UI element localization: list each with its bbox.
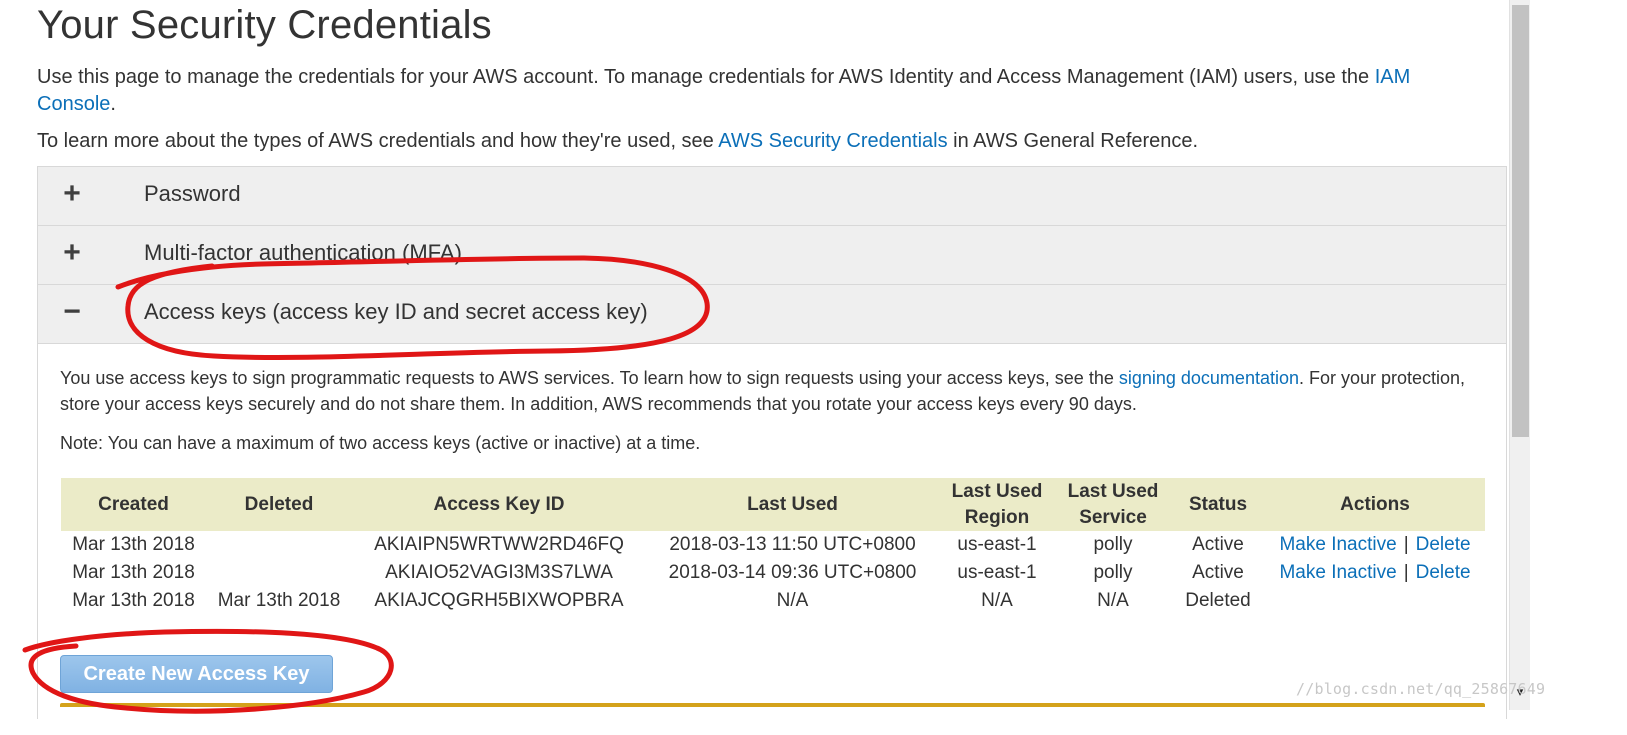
make-inactive-link[interactable]: Make Inactive	[1279, 562, 1396, 583]
access-keys-section-header[interactable]: − Access keys (access key ID and secret …	[38, 284, 1506, 343]
last-used-column-header: Last Used	[646, 478, 939, 531]
reference-text: To learn more about the types of AWS cre…	[37, 130, 719, 152]
mfa-section-header[interactable]: + Multi-factor authentication (MFA)	[38, 225, 1506, 284]
deleted-cell	[206, 559, 352, 587]
action-separator: |	[1403, 562, 1409, 583]
intro-period: .	[110, 93, 116, 115]
delete-link[interactable]: Delete	[1416, 534, 1471, 555]
actions-cell: Make Inactive | Delete	[1265, 531, 1485, 559]
description-text: You use access keys to sign programmatic…	[60, 368, 1119, 388]
password-section-title: Password	[144, 181, 241, 206]
access-key-id-column-header: Access Key ID	[352, 478, 646, 531]
credentials-reference: To learn more about the types of AWS cre…	[37, 128, 1487, 155]
table-row: Mar 13th 2018 Mar 13th 2018 AKIAJCQGRH5B…	[61, 587, 1485, 615]
mfa-section-title: Multi-factor authentication (MFA)	[144, 240, 462, 265]
plus-icon: +	[63, 177, 81, 210]
table-header-row: Created Deleted Access Key ID Last Used …	[61, 478, 1485, 531]
action-separator: |	[1403, 534, 1409, 555]
last-used-service-column-header: Last Used Service	[1055, 478, 1171, 531]
created-cell: Mar 13th 2018	[72, 534, 195, 555]
deleted-cell: Mar 13th 2018	[217, 590, 341, 611]
create-new-access-key-button[interactable]: Create New Access Key	[60, 655, 333, 693]
last-used-region-cell: N/A	[981, 590, 1013, 611]
access-key-id-cell: AKIAIPN5WRTWW2RD46FQ	[374, 534, 624, 555]
plus-icon: +	[63, 236, 81, 269]
created-cell: Mar 13th 2018	[72, 562, 195, 583]
access-keys-section-body: You use access keys to sign programmatic…	[38, 343, 1506, 719]
watermark-text: //blog.csdn.net/qq_25867649	[1296, 680, 1546, 698]
last-used-region-cell: us-east-1	[957, 562, 1037, 583]
last-used-service-cell: N/A	[1097, 590, 1129, 611]
created-column-header: Created	[61, 478, 206, 531]
status-cell: Deleted	[1185, 590, 1251, 611]
page-title: Your Security Credentials	[37, 3, 492, 47]
access-keys-table: Created Deleted Access Key ID Last Used …	[61, 478, 1485, 615]
actions-cell: Make Inactive | Delete	[1265, 559, 1485, 587]
vertical-scrollbar[interactable]	[1509, 0, 1530, 710]
last-used-region-cell: us-east-1	[957, 534, 1037, 555]
access-keys-table-body: Mar 13th 2018 AKIAIPN5WRTWW2RD46FQ 2018-…	[61, 531, 1485, 615]
access-keys-table-header: Created Deleted Access Key ID Last Used …	[61, 478, 1485, 531]
deleted-column-header: Deleted	[206, 478, 352, 531]
status-column-header: Status	[1171, 478, 1265, 531]
last-used-service-cell: polly	[1093, 534, 1133, 555]
access-key-id-cell: AKIAJCQGRH5BIXWOPBRA	[374, 590, 624, 611]
minus-icon: −	[63, 295, 81, 328]
intro-text: Use this page to manage the credentials …	[37, 66, 1375, 88]
last-used-service-cell: polly	[1093, 562, 1133, 583]
created-cell: Mar 13th 2018	[72, 590, 195, 611]
aws-security-credentials-link[interactable]: AWS Security Credentials	[718, 130, 947, 152]
password-section-header[interactable]: + Password	[38, 166, 1506, 225]
scrollbar-thumb[interactable]	[1512, 5, 1529, 437]
make-inactive-link[interactable]: Make Inactive	[1279, 534, 1396, 555]
table-row: Mar 13th 2018 AKIAIPN5WRTWW2RD46FQ 2018-…	[61, 531, 1485, 559]
delete-link[interactable]: Delete	[1416, 562, 1471, 583]
deleted-cell	[206, 531, 352, 559]
last-used-cell: 2018-03-14 09:36 UTC+0800	[668, 562, 917, 583]
actions-cell	[1265, 587, 1485, 615]
access-keys-description: You use access keys to sign programmatic…	[60, 365, 1470, 417]
last-used-cell: 2018-03-13 11:50 UTC+0800	[669, 534, 916, 555]
signing-documentation-link[interactable]: signing documentation	[1119, 368, 1299, 388]
access-key-id-cell: AKIAIO52VAGI3M3S7LWA	[385, 562, 613, 583]
table-row: Mar 13th 2018 AKIAIO52VAGI3M3S7LWA 2018-…	[61, 559, 1485, 587]
aws-security-credentials-page: Your Security Credentials Use this page …	[0, 0, 1568, 735]
status-cell: Active	[1192, 562, 1244, 583]
access-keys-section-title: Access keys (access key ID and secret ac…	[144, 299, 648, 324]
access-keys-note: Note: You can have a maximum of two acce…	[60, 433, 701, 453]
page-intro: Use this page to manage the credentials …	[37, 64, 1477, 118]
credentials-accordion: + Password + Multi-factor authentication…	[37, 166, 1507, 719]
last-used-region-column-header: Last Used Region	[939, 478, 1055, 531]
reference-suffix: in AWS General Reference.	[947, 130, 1199, 152]
status-cell: Active	[1192, 534, 1244, 555]
next-panel-top-border	[60, 703, 1485, 707]
last-used-cell: N/A	[776, 590, 809, 611]
actions-column-header: Actions	[1265, 478, 1485, 531]
